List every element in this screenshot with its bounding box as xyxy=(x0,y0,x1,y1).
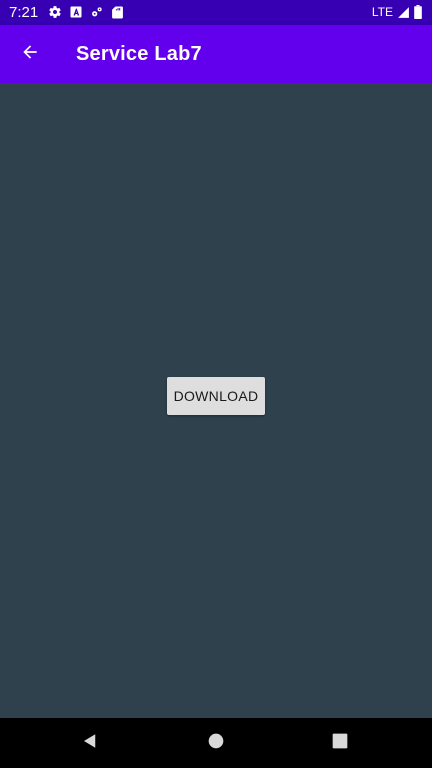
home-circle-icon xyxy=(208,733,224,754)
nav-recents-button[interactable] xyxy=(328,731,352,755)
signal-icon xyxy=(397,6,410,19)
nav-home-button[interactable] xyxy=(204,731,228,755)
settings-icon xyxy=(48,5,62,19)
app-bar: Service Lab7 xyxy=(0,25,432,83)
sync-icon xyxy=(90,5,104,19)
main-content: DOWNLOAD xyxy=(0,83,432,718)
back-triangle-icon xyxy=(81,732,99,755)
status-icons-left xyxy=(48,5,123,19)
download-button[interactable]: DOWNLOAD xyxy=(167,377,265,415)
page-title: Service Lab7 xyxy=(76,43,202,65)
network-label: LTE xyxy=(371,5,393,19)
battery-icon xyxy=(414,5,422,19)
navigation-bar xyxy=(0,718,432,768)
status-time: 7:21 xyxy=(9,4,39,21)
back-button[interactable] xyxy=(8,32,52,76)
sd-card-icon xyxy=(112,6,123,19)
status-right: LTE xyxy=(372,5,422,19)
recents-square-icon xyxy=(332,733,348,754)
status-bar: 7:21 LTE xyxy=(0,0,432,25)
font-icon xyxy=(70,6,82,18)
arrow-back-icon xyxy=(20,42,40,67)
nav-back-button[interactable] xyxy=(78,731,102,755)
